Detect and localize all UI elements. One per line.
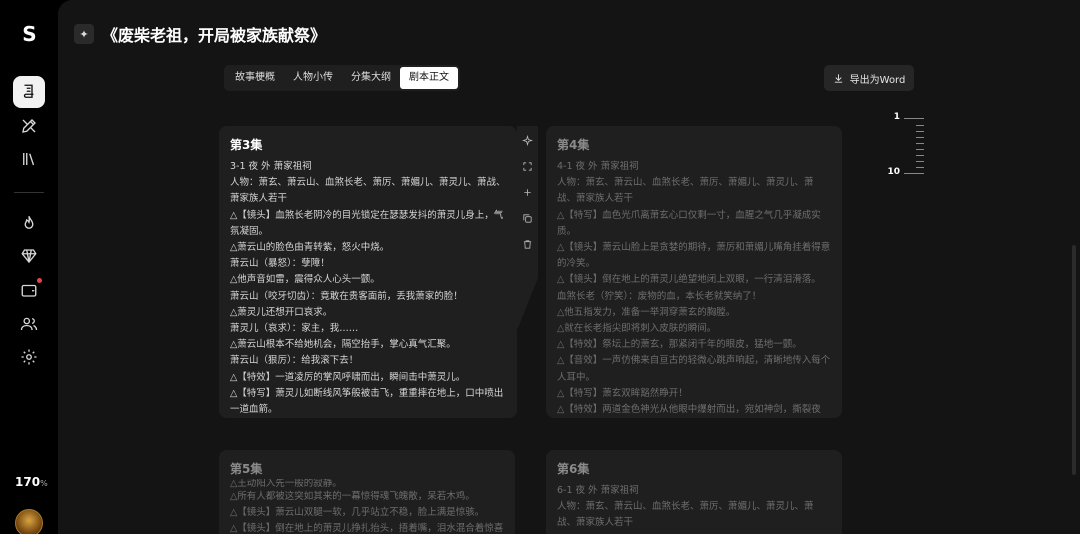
script-line: △萧云山根本不给她机会，隔空抬手，掌心真气汇聚。	[230, 339, 456, 351]
script-line: △王动阳入先一般的寂静。	[230, 479, 342, 489]
script-line: 萧云山（暴怒）：孽障！	[230, 258, 330, 270]
page-title: 《废柴老祖，开局被家族献祭》	[102, 26, 327, 45]
scrollbar[interactable]	[1072, 245, 1076, 475]
copy-button[interactable]	[522, 210, 533, 227]
script-line: 4-1 夜 外 萧家祖祠	[557, 161, 639, 172]
script-line: △【特写】萧灵儿如断线风筝般被击飞，重重摔在地上，口中喷出一道血箭。	[230, 387, 504, 416]
script-line: 6-1 夜 外 萧家祖祠	[557, 485, 639, 496]
ruler-tick	[916, 131, 924, 132]
script-line: 萧灵儿（哀求）：家主，我……	[230, 323, 359, 335]
sidebar-item-tools[interactable]	[13, 110, 45, 142]
credits-unit: %	[40, 479, 48, 488]
episode-card-4[interactable]: 第4集 4-1 夜 外 萧家祖祠 人物：萧玄、萧云山、血煞长老、萧厉、萧媚儿、萧…	[546, 126, 842, 418]
sidebar-item-script[interactable]	[13, 76, 45, 108]
plus-icon	[523, 189, 531, 196]
add-button[interactable]	[522, 184, 533, 201]
script-line: △【特效】两道金色神光从他眼中爆射而出，宛如神剑，撕裂夜	[557, 404, 821, 416]
sidebar-item-wallet[interactable]	[13, 274, 45, 306]
ruler-tick	[916, 167, 924, 168]
wallet-icon	[21, 284, 37, 297]
script-line: △他五指发力，准备一举洞穿萧玄的胸膛。	[557, 306, 736, 318]
script-icon	[23, 84, 34, 98]
script-line: △他声音如雷，震得众人心头一颤。	[230, 274, 380, 286]
app-logo[interactable]: S	[16, 22, 42, 46]
tab-episode-outline[interactable]: 分集大纲	[342, 67, 400, 89]
expand-icon	[522, 162, 532, 171]
ruler-tick	[904, 173, 924, 174]
expand-button[interactable]	[522, 158, 533, 175]
script-line: △【镜头】萧云山双腿一软，几乎站立不稳，脸上满是惊骇。	[230, 507, 485, 519]
script-line: 人物：萧玄、萧云山、血煞长老、萧厉、萧媚儿、萧灵儿、萧战、萧家族人若干	[230, 177, 506, 205]
episode-card-5[interactable]: 第5集 △王动阳入先一般的寂静。 △所有人都被这突如其来的一幕惊得魂飞魄散，呆若…	[219, 450, 515, 534]
sidebar-item-vip[interactable]	[13, 240, 45, 272]
script-line: △【特效】祭坛上的萧玄，那紧闭千年的眼皮，猛地一颤。	[557, 339, 802, 351]
script-line: △所有人都被这突如其来的一幕惊得魂飞魄散，呆若木鸡。	[230, 491, 475, 502]
script-line: 萧云山（狠厉）：给我滚下去！	[230, 355, 359, 367]
episode-title: 第4集	[557, 138, 590, 152]
users-icon	[20, 317, 38, 331]
sidebar-item-users[interactable]	[13, 308, 45, 340]
avatar[interactable]	[15, 509, 43, 534]
credits-counter: 170%	[15, 475, 48, 489]
sidebar-item-hot[interactable]	[13, 207, 45, 239]
pen-ruler-icon	[22, 119, 36, 133]
script-line: △【特写】萧玄双眸豁然睁开！	[557, 387, 688, 399]
gear-icon	[21, 349, 37, 365]
ruler-tick	[916, 155, 924, 156]
script-line: △就在长老指尖即将刺入皮肤的瞬间。	[557, 323, 717, 335]
script-line: △【镜头】血煞长老阴冷的目光锁定在瑟瑟发抖的萧灵儿身上，气氛凝固。	[230, 209, 504, 237]
episode-card-3[interactable]: 第3集 3-1 夜 外 萧家祖祠 人物：萧玄、萧云山、血煞长老、萧厉、萧媚儿、萧…	[219, 126, 517, 418]
tab-bar: 故事梗概 人物小传 分集大纲 剧本正文	[224, 65, 460, 91]
episode-ruler[interactable]: 1 10	[887, 112, 924, 182]
script-line: △【镜头】倒在地上的萧灵儿挣扎抬头，捂着嘴，泪水混合着惊喜	[230, 523, 504, 534]
script-line: △【音效】一声仿佛来自亘古的轻微心跳声响起，清晰地传入每个人耳中。	[557, 355, 831, 383]
diamond-icon	[21, 249, 37, 264]
episode-title: 第3集	[230, 138, 263, 152]
credits-value: 170	[15, 475, 41, 489]
ruler-tick	[916, 149, 924, 150]
export-word-button[interactable]: 导出为Word	[824, 65, 914, 91]
sidebar-item-settings[interactable]	[13, 341, 45, 373]
sidebar: S 170%	[0, 0, 58, 534]
download-icon	[834, 73, 842, 83]
script-line: 3-1 夜 外 萧家祖祠	[230, 161, 312, 172]
sparkle-icon	[521, 135, 533, 146]
ruler-tick	[916, 161, 924, 162]
tab-story-synopsis[interactable]: 故事梗概	[226, 67, 284, 89]
trash-icon	[523, 240, 531, 249]
ruler-bottom-label: 10	[887, 167, 900, 177]
script-line: △萧灵儿还想开口哀求。	[230, 306, 333, 318]
episode-card-6[interactable]: 第6集 6-1 夜 外 萧家祖祠 人物：萧玄、萧云山、血煞长老、萧厉、萧媚儿、萧…	[546, 450, 842, 534]
tab-script-text[interactable]: 剧本正文	[400, 67, 458, 89]
ruler-tick	[904, 118, 924, 119]
ruler-tick	[916, 137, 924, 138]
delete-button[interactable]	[522, 236, 533, 253]
script-line: △【特效】一道凌厉的掌风呼啸而出，瞬间击中萧灵儿。	[230, 371, 466, 383]
ruler-tick	[916, 143, 924, 144]
sidebar-item-library[interactable]	[13, 143, 45, 175]
script-line: 人物：萧玄、萧云山、血煞长老、萧厉、萧媚儿、萧灵儿、萧战、萧家族人若干	[557, 501, 814, 529]
copy-icon	[522, 214, 532, 223]
script-line: 人物：萧玄、萧云山、血煞长老、萧厉、萧媚儿、萧灵儿、萧战、萧家族人若干	[557, 177, 814, 205]
export-word-label: 导出为Word	[849, 74, 906, 86]
ai-sparkle-button[interactable]	[521, 132, 533, 149]
script-line: 萧云山（咬牙切齿）：竟敢在贵客面前，丢我萧家的脸！	[230, 290, 463, 302]
ruler-tick	[916, 125, 924, 126]
script-line: △【特写】血色光爪离萧玄心口仅剩一寸，血腥之气几乎凝成实质。	[557, 209, 821, 237]
ruler-top-label: 1	[893, 112, 900, 122]
sidebar-divider	[14, 192, 44, 193]
script-line: △【镜头】倒在地上的萧灵儿绝望地闭上双眼，一行清泪滑落。	[557, 274, 821, 286]
card-toolbar	[517, 126, 537, 286]
episode-title: 第6集	[557, 462, 590, 476]
script-line: △萧云山的脸色由青转紫，怒火中烧。	[230, 242, 390, 254]
tab-character-bios[interactable]: 人物小传	[284, 67, 342, 89]
script-line: 血煞长老（狞笑）：废物的血，本长老就笑纳了！	[557, 290, 762, 302]
episode-title: 第5集	[230, 462, 263, 476]
flame-icon	[24, 216, 34, 229]
main-panel: ✦ 《废柴老祖，开局被家族献祭》 故事梗概 人物小传 分集大纲 剧本正文 导出为…	[58, 0, 1080, 534]
library-icon	[23, 153, 35, 166]
sparkle-icon: ✦	[74, 24, 94, 44]
script-line: △【镜头】萧云山脸上是贪婪的期待，萧厉和萧媚儿嘴角挂着得意的冷笑。	[557, 242, 831, 270]
notification-dot	[37, 278, 42, 283]
